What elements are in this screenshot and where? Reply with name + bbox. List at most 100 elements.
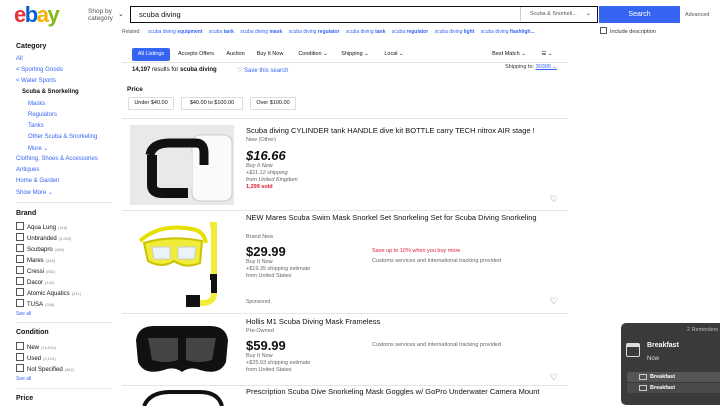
checkbox-icon	[16, 244, 24, 252]
related-label: Related:	[122, 29, 141, 35]
listing-title[interactable]: Hollis M1 Scuba Diving Mask Frameless	[246, 317, 380, 327]
listing-customs: Customs services and international track…	[372, 258, 502, 264]
brand-checkbox[interactable]: Aqua Lung (318)	[16, 222, 67, 231]
crumb-water-sports[interactable]: < Water Sports	[16, 78, 56, 84]
subcat-regulators[interactable]: Regulators	[28, 112, 57, 118]
subcat-tanks[interactable]: Tanks	[28, 123, 44, 129]
local-dropdown[interactable]: Local ⌄	[380, 48, 408, 61]
listing-customs: Customs services and international track…	[372, 342, 502, 348]
advanced-search-link[interactable]: Advanced	[685, 12, 709, 18]
notification-item[interactable]: Breakfast	[627, 372, 720, 382]
listing-title[interactable]: Prescription Scuba Dive Snorkeling Mask …	[246, 387, 539, 397]
category-antiques[interactable]: Antiques	[16, 167, 39, 173]
brand-checkbox[interactable]: TUSA (348)	[16, 299, 54, 308]
shipping-to[interactable]: Shipping to: 30305 ⌄	[505, 64, 557, 70]
price-over-100[interactable]: Over $100.00	[250, 97, 296, 110]
listing-item[interactable]: Prescription Scuba Dive Snorkeling Mask …	[122, 385, 568, 407]
category-all-link[interactable]: All	[16, 56, 23, 62]
save-search-link[interactable]: ♡ Save this search	[237, 67, 288, 74]
related-link[interactable]: scuba diving flashligh...	[481, 29, 535, 35]
subcat-masks[interactable]: Masks	[28, 101, 45, 107]
category-clothing[interactable]: Clothing, Shoes & Accessories	[16, 156, 98, 162]
brand-checkbox[interactable]: Scubapro (468)	[16, 244, 64, 253]
related-link[interactable]: scuba diving regulator	[289, 29, 340, 35]
checkbox-icon	[16, 233, 24, 241]
brand-checkbox[interactable]: Mares (348)	[16, 255, 55, 264]
condition-dropdown[interactable]: Condition ⌄	[294, 48, 332, 61]
brand-checkbox[interactable]: Cressi (831)	[16, 266, 55, 275]
tab-auction[interactable]: Auction	[223, 48, 248, 61]
listing-image[interactable]	[130, 390, 234, 407]
search-button[interactable]: Search	[599, 6, 680, 23]
listing-image[interactable]	[130, 125, 234, 205]
listing-title[interactable]: NEW Mares Scuba Swim Mask Snorkel Set Sn…	[246, 213, 537, 223]
listing-sold-count: 1,299 sold	[246, 184, 273, 190]
sponsored-label: Sponsored	[246, 299, 271, 305]
category-home-garden[interactable]: Home & Garden	[16, 178, 59, 184]
search-input[interactable]: scuba diving	[139, 10, 181, 19]
divider	[16, 388, 112, 389]
reminder-notification[interactable]: 2 Reminders Breakfast Now Breakfast Brea…	[621, 323, 720, 405]
listing-location: from United Kingdom	[246, 177, 298, 183]
notification-item[interactable]: Breakfast	[627, 383, 720, 393]
checkbox-icon	[16, 299, 24, 307]
price-40-100[interactable]: $40.00 to $100.00	[181, 97, 243, 110]
brand-see-all[interactable]: See all	[16, 311, 31, 317]
shop-by-category[interactable]: Shop by category	[88, 8, 113, 22]
watch-heart-icon[interactable]: ♡	[550, 296, 558, 307]
listing-title[interactable]: Scuba diving CYLINDER tank HANDLE dive k…	[246, 126, 535, 136]
subcat-other[interactable]: Other Scuba & Snorkeling	[28, 134, 97, 140]
category-select[interactable]: Scuba & Snorkeli... ⌄	[520, 7, 597, 21]
include-description-checkbox[interactable]: Include description	[600, 27, 656, 35]
view-toggle[interactable]: ☰ ⌄	[536, 48, 558, 61]
shipping-dropdown[interactable]: Shipping ⌄	[337, 48, 373, 61]
crumb-sporting-goods[interactable]: < Sporting Goods	[16, 67, 63, 73]
listing-buy-format: Buy It Now	[246, 259, 273, 265]
tab-buy-it-now[interactable]: Buy It Now	[253, 48, 287, 61]
watch-heart-icon[interactable]: ♡	[550, 194, 558, 205]
listing-item[interactable]: Scuba diving CYLINDER tank HANDLE dive k…	[122, 118, 568, 210]
condition-checkbox[interactable]: Used (3,104)	[16, 353, 56, 362]
logo-letter-e: e	[14, 2, 26, 27]
checkbox-icon	[16, 353, 24, 361]
checkbox-icon	[16, 277, 24, 285]
sort-dropdown[interactable]: Best Match ⌄	[488, 48, 530, 61]
related-link[interactable]: scuba diving light	[435, 29, 475, 35]
listing-condition: Brand New	[246, 234, 274, 240]
related-link[interactable]: scuba regulator	[392, 29, 428, 35]
related-link[interactable]: scuba diving tank	[346, 29, 385, 35]
brand-checkbox[interactable]: Unbranded (3,653)	[16, 233, 71, 242]
chevron-down-icon[interactable]: ⌄	[118, 10, 124, 18]
watch-heart-icon[interactable]: ♡	[550, 372, 558, 383]
listing-buy-format: Buy It Now	[246, 163, 273, 169]
related-link[interactable]: scuba tank	[209, 29, 234, 35]
checkbox-icon	[600, 27, 607, 34]
condition-checkbox[interactable]: Not Specified (462)	[16, 364, 74, 373]
brand-checkbox[interactable]: Dacor (142)	[16, 277, 54, 286]
checkbox-icon	[16, 342, 24, 350]
shop-by-line1: Shop by	[88, 8, 112, 15]
category-show-more[interactable]: Show More ⌄	[16, 189, 53, 196]
checkbox-icon	[16, 266, 24, 274]
logo-letter-y: y	[47, 2, 59, 27]
related-link[interactable]: scuba diving mask	[240, 29, 282, 35]
subcat-more[interactable]: More ⌄	[28, 145, 48, 152]
condition-checkbox[interactable]: New (16,019)	[16, 342, 56, 351]
listing-location: from United States	[246, 273, 292, 279]
listing-image[interactable]	[130, 318, 234, 380]
calendar-icon	[639, 385, 647, 391]
ebay-logo[interactable]: ebay	[14, 3, 76, 27]
condition-see-all[interactable]: See all	[16, 376, 31, 382]
checkbox-icon	[16, 255, 24, 263]
tab-accepts-offers[interactable]: Accepts Offers	[175, 48, 217, 61]
brand-checkbox[interactable]: Atomic Aquatics (241)	[16, 288, 81, 297]
listing-image[interactable]	[130, 217, 234, 309]
condition-heading: Condition	[16, 329, 49, 336]
shop-by-line2: category	[88, 15, 113, 22]
listing-item[interactable]: NEW Mares Scuba Swim Mask Snorkel Set Sn…	[122, 210, 568, 313]
related-link[interactable]: scuba diving equipment	[148, 29, 202, 35]
tab-all-listings[interactable]: All Listings	[132, 48, 170, 61]
listing-item[interactable]: Hollis M1 Scuba Diving Mask Frameless Pr…	[122, 313, 568, 385]
calendar-icon	[639, 374, 647, 380]
price-under-40[interactable]: Under $40.00	[128, 97, 174, 110]
